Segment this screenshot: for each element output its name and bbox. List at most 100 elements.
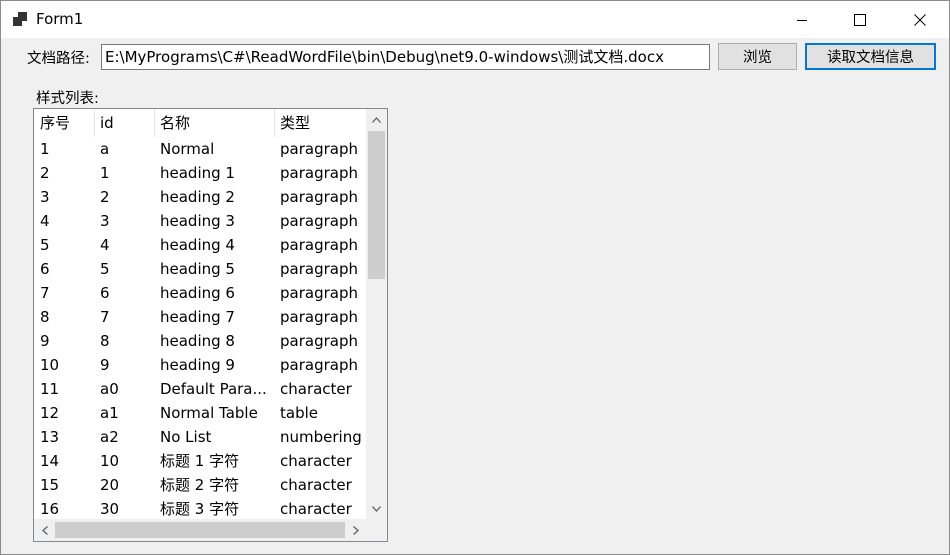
list-rows: 1 a Normal paragraph 2 1 heading 1 paragraph 3 2 h…: [34, 137, 366, 521]
cell-name: heading 9: [160, 356, 235, 374]
cell-type: paragraph: [280, 140, 358, 158]
cell-index: 13: [40, 428, 60, 446]
cell-index: 15: [40, 476, 60, 494]
cell-index: 7: [40, 284, 50, 302]
cell-id: 3: [100, 212, 110, 230]
title-bar[interactable]: Form1: [1, 1, 949, 38]
cell-name: No List: [160, 428, 212, 446]
vertical-scrollbar[interactable]: [366, 109, 387, 519]
table-row[interactable]: 2 1 heading 1 paragraph: [34, 161, 366, 185]
scroll-down-button[interactable]: [366, 498, 387, 519]
cell-type: character: [280, 452, 352, 470]
cell-type: paragraph: [280, 188, 358, 206]
cell-index: 16: [40, 500, 60, 518]
maximize-icon: [854, 13, 866, 26]
cell-id: 2: [100, 188, 110, 206]
path-input[interactable]: E:\MyPrograms\C#\ReadWordFile\bin\Debug\…: [101, 44, 710, 70]
horizontal-scrollbar[interactable]: [34, 519, 366, 541]
minimize-icon: [797, 19, 807, 21]
style-list-label: 样式列表:: [36, 91, 99, 107]
cell-id: a: [100, 140, 110, 158]
cell-name: heading 5: [160, 260, 235, 278]
cell-name: 标题 3 字符: [160, 500, 240, 518]
cell-id: 8: [100, 332, 110, 350]
cell-id: 30: [100, 500, 120, 518]
close-icon: [914, 13, 926, 26]
table-row[interactable]: 16 30 标题 3 字符 character: [34, 497, 366, 521]
column-header-type[interactable]: 类型: [280, 109, 366, 137]
column-header-index[interactable]: 序号: [40, 109, 92, 137]
table-row[interactable]: 5 4 heading 4 paragraph: [34, 233, 366, 257]
cell-type: character: [280, 380, 352, 398]
cell-name: Normal: [160, 140, 215, 158]
list-header: 序号 id 名称 类型: [34, 109, 366, 137]
vertical-scroll-thumb[interactable]: [368, 131, 385, 279]
read-document-button[interactable]: 读取文档信息: [805, 43, 936, 70]
column-header-name[interactable]: 名称: [160, 109, 272, 137]
cell-type: paragraph: [280, 260, 358, 278]
chevron-left-icon: [41, 525, 48, 535]
table-row[interactable]: 7 6 heading 6 paragraph: [34, 281, 366, 305]
cell-type: character: [280, 476, 352, 494]
cell-type: table: [280, 404, 318, 422]
cell-id: 7: [100, 308, 110, 326]
column-header-id[interactable]: id: [100, 109, 152, 137]
table-row[interactable]: 9 8 heading 8 paragraph: [34, 329, 366, 353]
cell-id: 4: [100, 236, 110, 254]
cell-type: paragraph: [280, 308, 358, 326]
table-row[interactable]: 10 9 heading 9 paragraph: [34, 353, 366, 377]
minimize-button[interactable]: [773, 1, 831, 38]
close-button[interactable]: [891, 1, 949, 38]
cell-index: 4: [40, 212, 50, 230]
cell-type: paragraph: [280, 164, 358, 182]
cell-index: 9: [40, 332, 50, 350]
cell-name: heading 6: [160, 284, 235, 302]
cell-id: a0: [100, 380, 119, 398]
cell-index: 11: [40, 380, 60, 398]
cell-type: character: [280, 500, 352, 518]
cell-id: a2: [100, 428, 119, 446]
maximize-button[interactable]: [831, 1, 889, 38]
table-row[interactable]: 14 10 标题 1 字符 character: [34, 449, 366, 473]
cell-name: heading 3: [160, 212, 235, 230]
window-title: Form1: [36, 10, 84, 28]
cell-index: 14: [40, 452, 60, 470]
chevron-right-icon: [352, 525, 359, 535]
cell-type: paragraph: [280, 356, 358, 374]
scroll-left-button[interactable]: [34, 519, 55, 541]
horizontal-scroll-thumb[interactable]: [55, 522, 345, 538]
cell-id: 1: [100, 164, 110, 182]
style-list[interactable]: 序号 id 名称 类型 1 a Normal paragraph 2 1 heading 1…: [33, 108, 388, 542]
table-row[interactable]: 3 2 heading 2 paragraph: [34, 185, 366, 209]
cell-name: heading 8: [160, 332, 235, 350]
cell-id: 9: [100, 356, 110, 374]
cell-name: heading 4: [160, 236, 235, 254]
cell-id: 20: [100, 476, 120, 494]
cell-type: paragraph: [280, 236, 358, 254]
cell-id: 6: [100, 284, 110, 302]
table-row[interactable]: 11 a0 Default Para... character: [34, 377, 366, 401]
table-row[interactable]: 12 a1 Normal Table table: [34, 401, 366, 425]
table-row[interactable]: 1 a Normal paragraph: [34, 137, 366, 161]
cell-type: numbering: [280, 428, 362, 446]
cell-id: 5: [100, 260, 110, 278]
browse-button[interactable]: 浏览: [718, 43, 797, 70]
scroll-up-button[interactable]: [366, 109, 387, 130]
table-row[interactable]: 4 3 heading 3 paragraph: [34, 209, 366, 233]
chevron-down-icon: [372, 505, 381, 512]
cell-id: 10: [100, 452, 120, 470]
cell-index: 3: [40, 188, 50, 206]
table-row[interactable]: 15 20 标题 2 字符 character: [34, 473, 366, 497]
cell-type: paragraph: [280, 332, 358, 350]
chevron-up-icon: [372, 116, 381, 123]
cell-type: paragraph: [280, 284, 358, 302]
table-row[interactable]: 6 5 heading 5 paragraph: [34, 257, 366, 281]
table-row[interactable]: 8 7 heading 7 paragraph: [34, 305, 366, 329]
cell-index: 10: [40, 356, 60, 374]
scroll-right-button[interactable]: [345, 519, 366, 541]
cell-name: Default Para...: [160, 380, 267, 398]
winforms-form-icon: [13, 12, 27, 26]
cell-index: 2: [40, 164, 50, 182]
cell-name: 标题 2 字符: [160, 476, 240, 494]
table-row[interactable]: 13 a2 No List numbering: [34, 425, 366, 449]
